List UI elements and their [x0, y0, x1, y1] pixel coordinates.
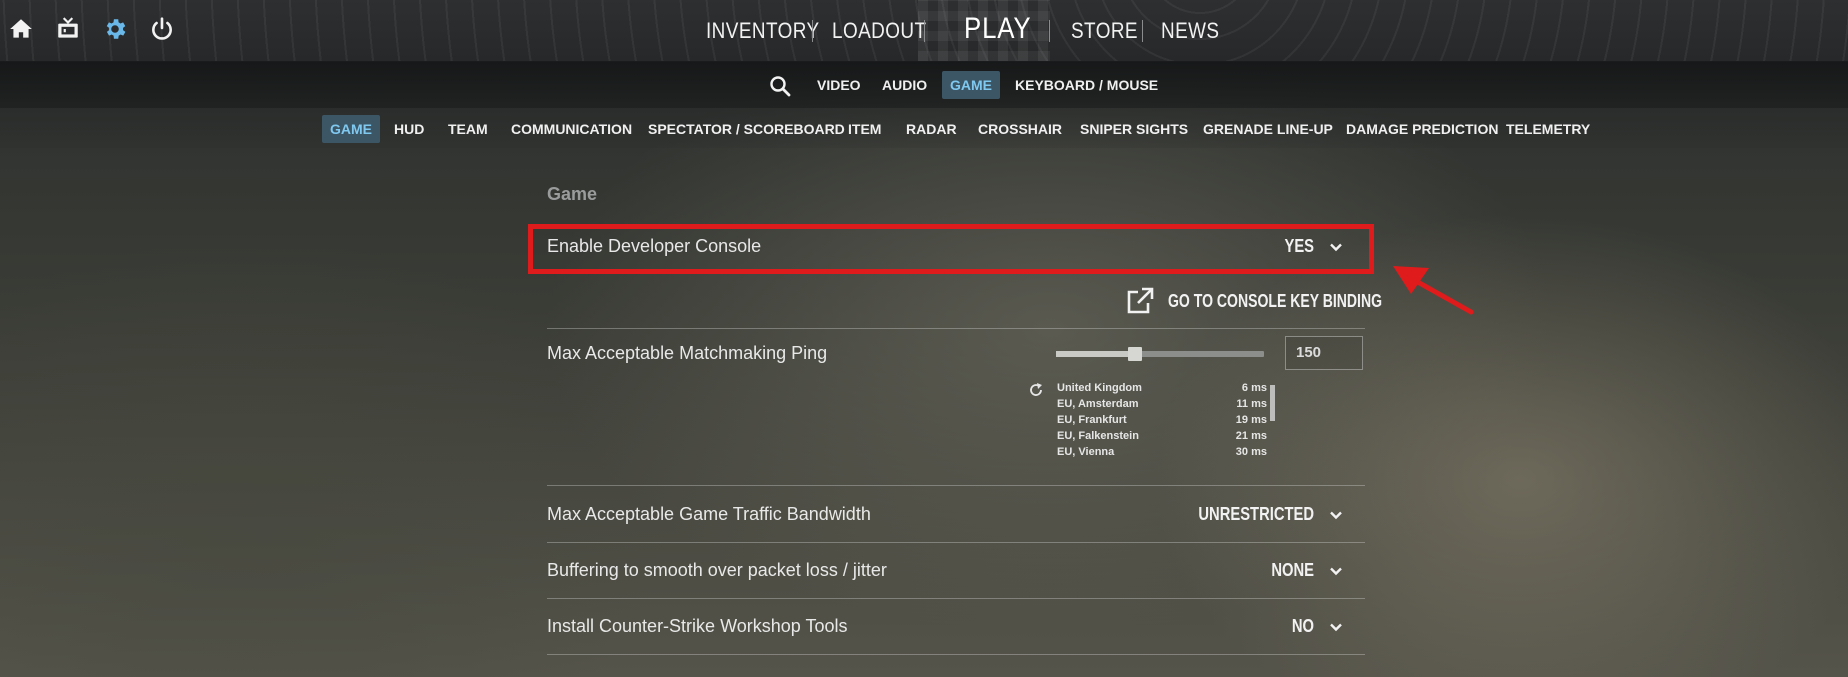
server-row: EU, Amsterdam 11 ms [1057, 398, 1267, 414]
nav-store[interactable]: STORE [1071, 18, 1138, 44]
server-ping: 6 ms [1241, 382, 1267, 394]
nav-news[interactable]: NEWS [1161, 18, 1219, 44]
nav-inventory[interactable]: INVENTORY [706, 18, 820, 44]
settings-gear-icon[interactable] [102, 16, 128, 42]
subtab-item[interactable]: ITEM [840, 115, 889, 143]
highlight-box [528, 224, 1374, 274]
nav-separator [1142, 20, 1143, 42]
external-link-icon [1127, 287, 1154, 314]
ping-slider-thumb[interactable] [1128, 347, 1143, 361]
nav-play[interactable]: PLAY [964, 12, 1032, 46]
bandwidth-label: Max Acceptable Game Traffic Bandwidth [547, 504, 871, 524]
server-name: EU, Frankfurt [1057, 414, 1127, 426]
subtab-sniper-sights[interactable]: SNIPER SIGHTS [1072, 115, 1196, 143]
chevron-down-icon[interactable] [1328, 507, 1344, 523]
workshop-tools-label: Install Counter-Strike Workshop Tools [547, 616, 848, 636]
divider [547, 598, 1365, 599]
power-icon[interactable] [149, 16, 175, 42]
top-bar: INVENTORY LOADOUT PLAY STORE NEWS [0, 0, 1848, 62]
chevron-down-icon[interactable] [1328, 563, 1344, 579]
tab-video[interactable]: VIDEO [809, 71, 869, 99]
home-icon[interactable] [8, 16, 34, 42]
search-icon[interactable] [768, 74, 792, 98]
red-arrow-annotation [1393, 266, 1474, 315]
ping-label: Max Acceptable Matchmaking Ping [547, 343, 828, 363]
refresh-icon[interactable] [1028, 382, 1044, 398]
subtab-spectator-scoreboard[interactable]: SPECTATOR / SCOREBOARD [640, 115, 853, 143]
ping-slider[interactable] [1056, 347, 1264, 361]
subtab-telemetry[interactable]: TELEMETRY [1498, 115, 1598, 143]
divider [547, 654, 1365, 655]
bandwidth-dropdown[interactable]: UNRESTRICTED [1198, 504, 1314, 525]
server-ping: 30 ms [1235, 446, 1267, 458]
subtab-team[interactable]: TEAM [440, 115, 496, 143]
workshop-tools-dropdown[interactable]: NO [1292, 616, 1314, 637]
divider [547, 542, 1365, 543]
subtab-hud[interactable]: HUD [386, 115, 432, 143]
buffering-dropdown[interactable]: NONE [1271, 560, 1314, 581]
server-list-scrollbar[interactable] [1270, 385, 1275, 421]
server-ping: 11 ms [1236, 398, 1267, 410]
tab-audio[interactable]: AUDIO [874, 71, 935, 99]
server-row: United Kingdom 6 ms [1057, 382, 1267, 398]
buffering-label: Buffering to smooth over packet loss / j… [547, 560, 887, 580]
nav-separator [924, 20, 925, 42]
server-name: United Kingdom [1057, 382, 1142, 394]
server-ping: 19 ms [1235, 414, 1267, 426]
tab-game[interactable]: GAME [942, 71, 1000, 99]
console-link-label: GO TO CONSOLE KEY BINDING [1168, 291, 1383, 311]
ping-slider-fill [1056, 351, 1136, 357]
tv-icon[interactable] [55, 16, 81, 42]
server-row: EU, Falkenstein 21 ms [1057, 430, 1267, 446]
chevron-down-icon[interactable] [1328, 619, 1344, 635]
server-name: EU, Vienna [1057, 446, 1115, 458]
server-row: EU, Vienna 30 ms [1057, 446, 1267, 462]
server-name: EU, Amsterdam [1057, 398, 1139, 410]
subtab-communication[interactable]: COMMUNICATION [503, 115, 640, 143]
server-name: EU, Falkenstein [1057, 430, 1139, 442]
nav-separator [1049, 20, 1050, 42]
divider [547, 485, 1365, 486]
section-title: Game [547, 184, 598, 204]
subtab-crosshair[interactable]: CROSSHAIR [970, 115, 1070, 143]
nav-separator [812, 20, 813, 42]
nav-loadout[interactable]: LOADOUT [832, 18, 926, 44]
server-row: EU, Frankfurt 19 ms [1057, 414, 1267, 430]
subtab-radar[interactable]: RADAR [898, 115, 965, 143]
tab-keyboard-mouse[interactable]: KEYBOARD / MOUSE [1007, 71, 1166, 99]
ping-value-input[interactable]: 150 [1285, 336, 1363, 370]
subtab-grenade-line-up[interactable]: GRENADE LINE-UP [1195, 115, 1341, 143]
subtab-damage-prediction[interactable]: DAMAGE PREDICTION [1338, 115, 1506, 143]
subtab-game[interactable]: GAME [322, 115, 380, 143]
divider [547, 328, 1365, 329]
server-ping: 21 ms [1235, 430, 1267, 442]
